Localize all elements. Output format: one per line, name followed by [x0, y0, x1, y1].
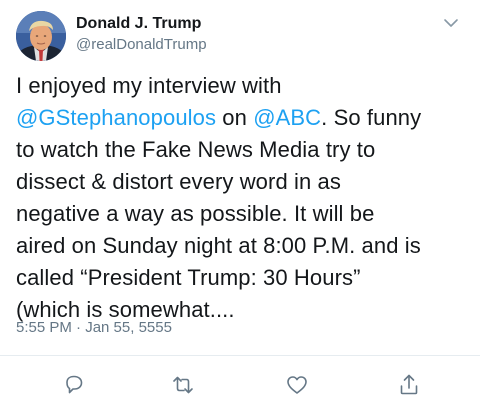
author-names: Donald J. Trump @realDonaldTrump: [76, 14, 207, 56]
author-avatar[interactable]: [16, 11, 66, 61]
mention-link[interactable]: @ABC: [253, 105, 321, 130]
retweet-button[interactable]: [168, 370, 198, 400]
tweet-timestamp[interactable]: 5:55 PM · Jan 55, 5555: [16, 318, 172, 338]
tweet-card: Donald J. Trump @realDonaldTrump I enjoy…: [0, 0, 480, 410]
tweet-text-segment: to watch the Fake News Media try to: [16, 137, 376, 162]
tweet-text-segment: on: [216, 105, 254, 130]
tweet-header: Donald J. Trump @realDonaldTrump: [14, 10, 466, 62]
tweet-text-line: to watch the Fake News Media try to: [16, 134, 468, 166]
author-display-name[interactable]: Donald J. Trump: [76, 14, 207, 34]
retweet-icon: [173, 376, 193, 394]
divider: [0, 355, 480, 356]
reply-icon: [66, 375, 83, 394]
tweet-text-segment: dissect & distort every word in as: [16, 169, 341, 194]
chevron-down-icon[interactable]: [440, 14, 462, 32]
tweet-text-line: called “President Trump: 30 Hours”: [16, 262, 468, 294]
mention-link[interactable]: @GStephanopoulos: [16, 105, 216, 130]
author-handle[interactable]: @realDonaldTrump: [76, 34, 207, 56]
tweet-text-line: I enjoyed my interview with: [16, 70, 468, 102]
tweet-text-line: negative a way as possible. It will be: [16, 198, 468, 230]
tweet-text-segment: negative a way as possible. It will be: [16, 201, 375, 226]
reply-button[interactable]: [59, 370, 89, 400]
like-button[interactable]: [282, 370, 312, 400]
profile-photo-icon: [16, 11, 66, 61]
heart-icon: [287, 376, 307, 394]
share-icon: [400, 374, 418, 395]
tweet-text-segment: I enjoyed my interview with: [16, 73, 282, 98]
share-button[interactable]: [394, 370, 424, 400]
tweet-text-line: dissect & distort every word in as: [16, 166, 468, 198]
tweet-text-segment: called “President Trump: 30 Hours”: [16, 265, 361, 290]
tweet-text-segment: aired on Sunday night at 8:00 P.M. and i…: [16, 233, 421, 258]
tweet-text-segment: . So funny: [321, 105, 422, 130]
tweet-text-line: aired on Sunday night at 8:00 P.M. and i…: [16, 230, 468, 262]
tweet-text-line: @GStephanopoulos on @ABC. So funny: [16, 102, 468, 134]
tweet-text: I enjoyed my interview with @GStephanopou…: [16, 70, 468, 326]
tweet-actions: [0, 370, 480, 400]
